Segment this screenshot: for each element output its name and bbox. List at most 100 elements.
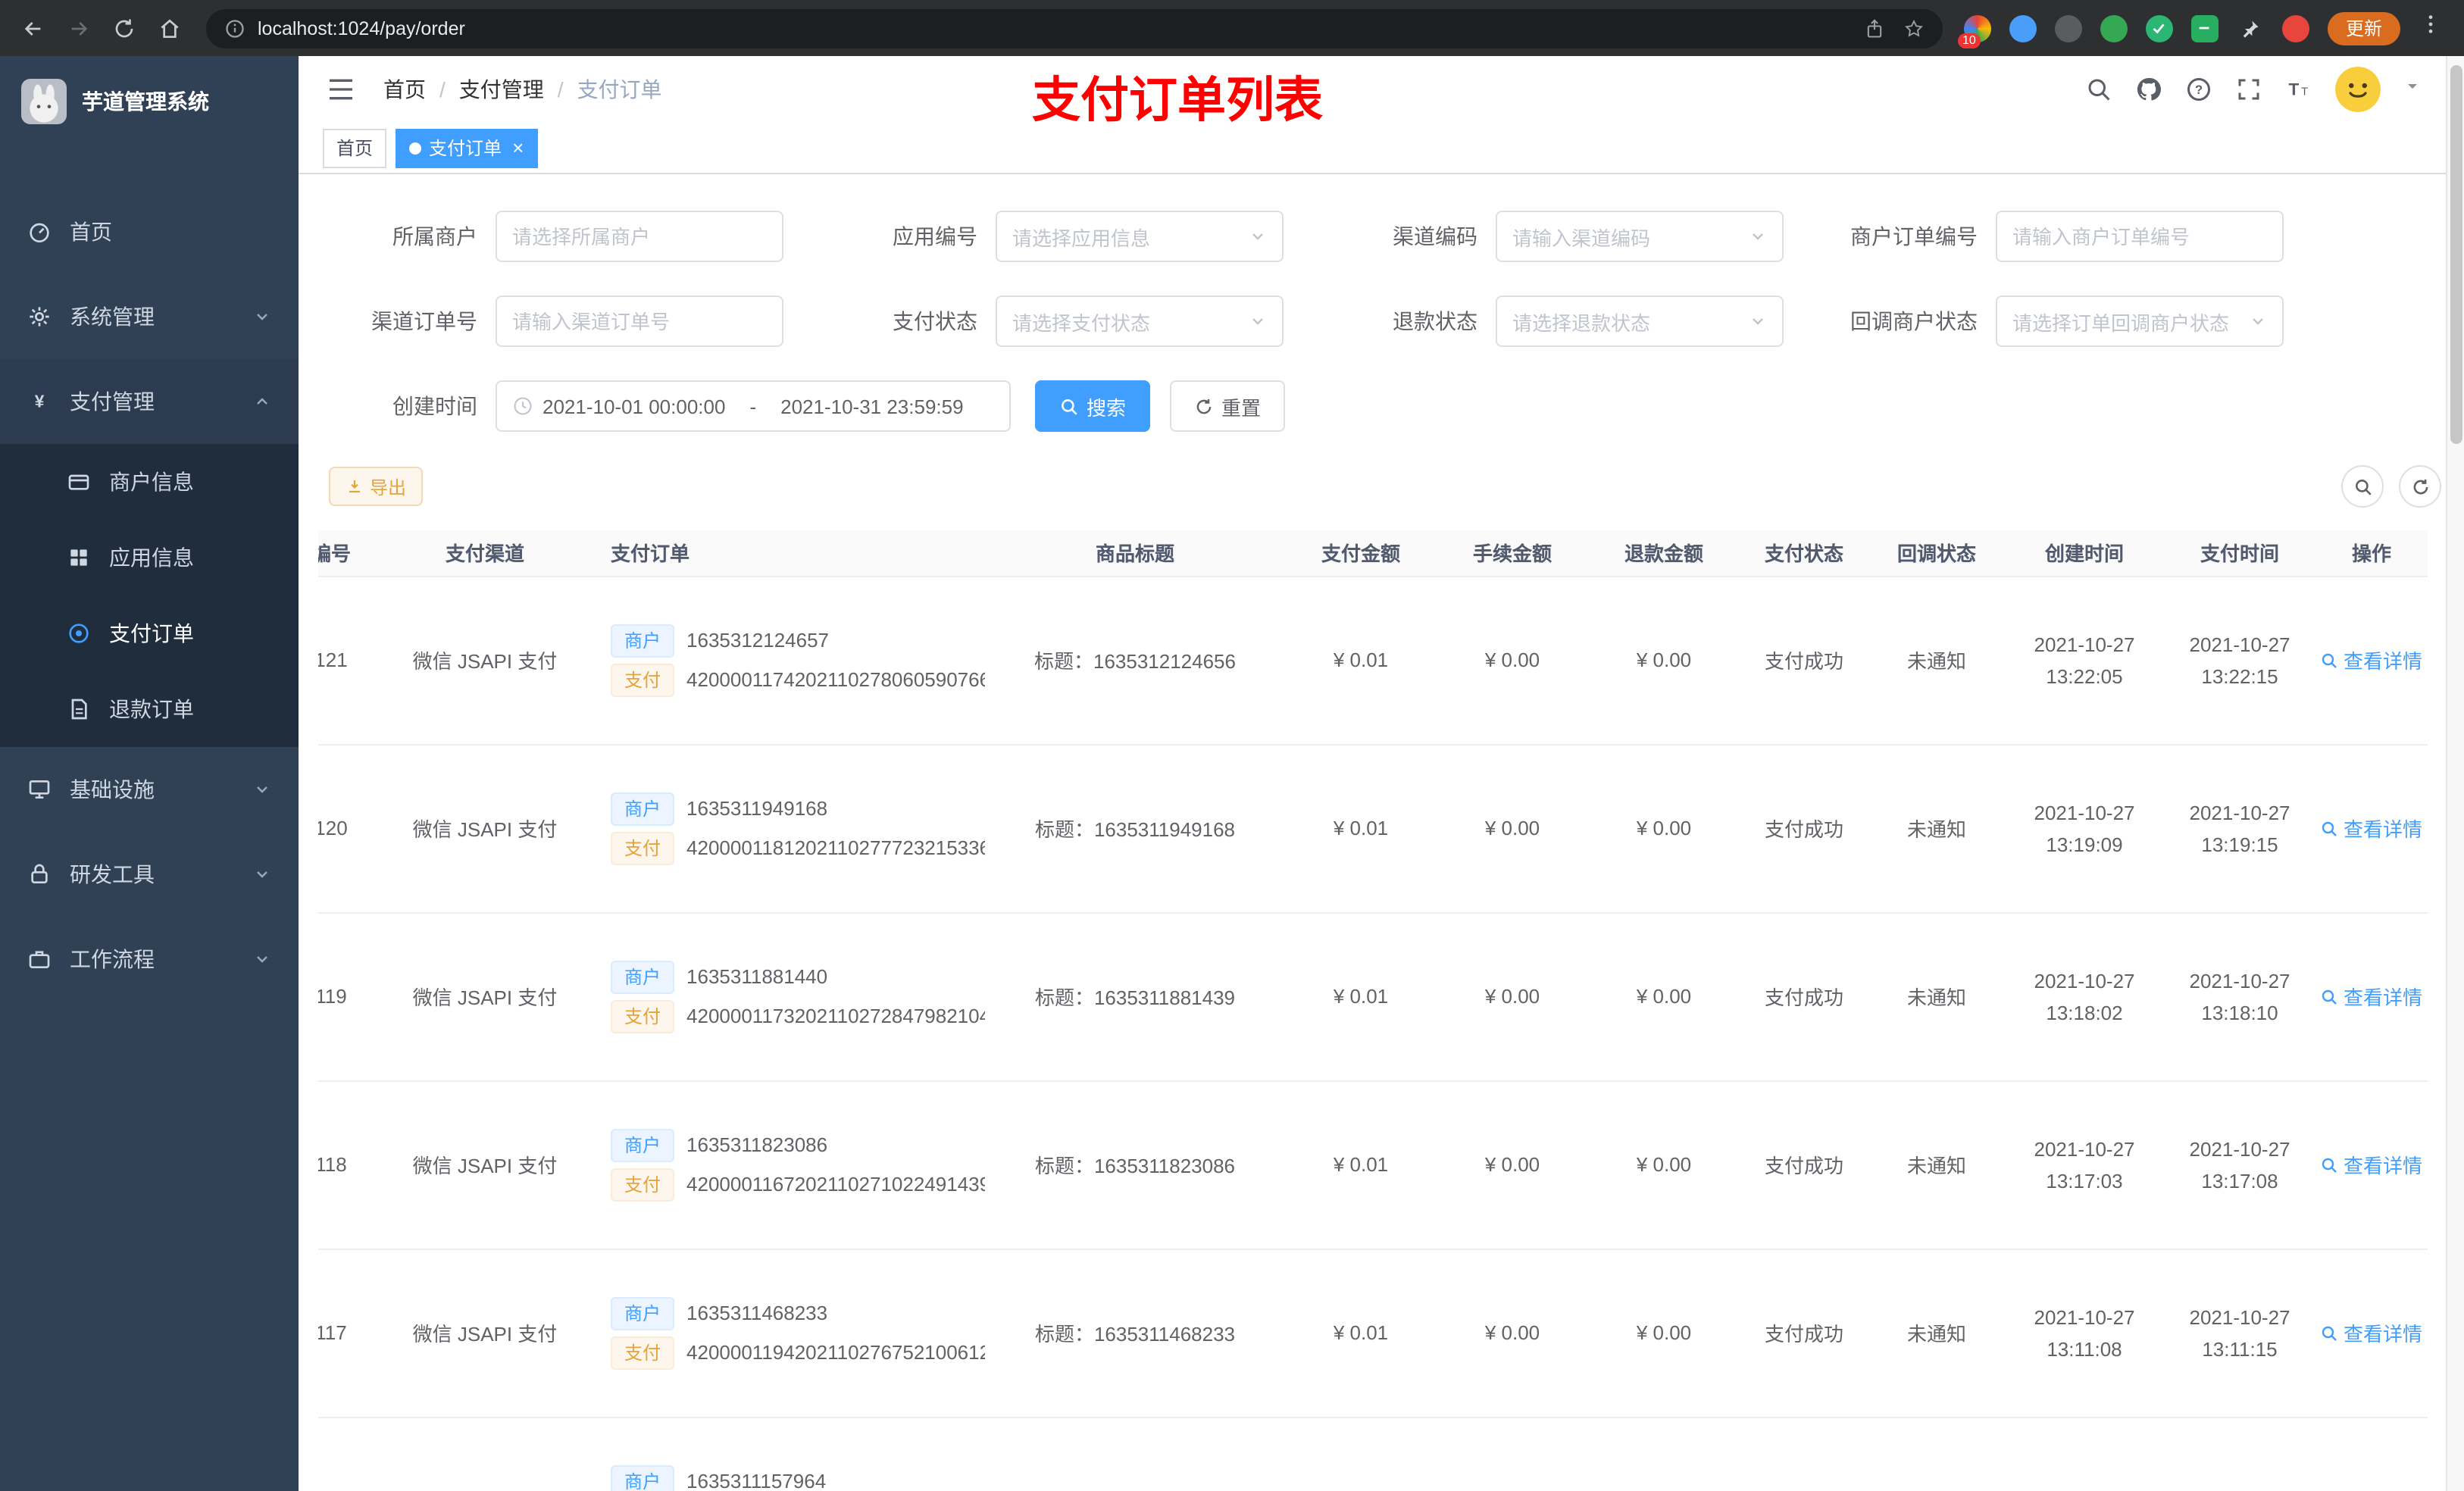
table-body: 121 微信 JSAPI 支付 商户 1635312124657 支付 4200…	[318, 576, 2428, 1491]
app-id-select[interactable]: 请选择应用信息	[996, 211, 1284, 262]
update-button[interactable]: 更新	[2327, 11, 2400, 45]
sidebar-item-merchant-info[interactable]: 商户信息	[0, 444, 299, 520]
sidebar-item-infra[interactable]: 基础设施	[0, 747, 299, 832]
page-scrollbar[interactable]	[2446, 56, 2464, 1491]
user-avatar[interactable]	[2335, 67, 2381, 112]
sidebar-item-payment[interactable]: ¥ 支付管理	[0, 359, 299, 444]
view-detail-link[interactable]: 查看详情	[2321, 1150, 2422, 1179]
cell-fee: ¥ 0.00	[1437, 1080, 1588, 1249]
app-logo[interactable]: 芋道管理系统	[0, 56, 299, 147]
cell-channel: 微信 JSAPI 支付	[371, 912, 599, 1081]
refund-status-select[interactable]: 请选择退款状态	[1496, 295, 1784, 347]
merchant-order-no: 1635311468233	[686, 1302, 828, 1324]
sidebar-item-app-info[interactable]: 应用信息	[0, 520, 299, 595]
filter-label: 退款状态	[1393, 309, 1477, 333]
bookmark-star-icon[interactable]	[1903, 17, 1925, 39]
tab-pay-order[interactable]: 支付订单 ×	[396, 128, 538, 167]
cell-id: 118	[318, 1080, 371, 1249]
extension-icon-4[interactable]	[2100, 14, 2128, 42]
notify-status-select[interactable]: 请选择订单回调商户状态	[1996, 295, 2284, 347]
cell-id: 121	[318, 576, 371, 745]
search-button[interactable]: 搜索	[1035, 380, 1151, 432]
extension-icon-6[interactable]	[2190, 14, 2219, 42]
briefcase-icon	[29, 951, 50, 968]
address-bar[interactable]: localhost:1024/pay/order	[206, 8, 1943, 48]
extension-icon-5[interactable]	[2145, 14, 2173, 42]
breadcrumb-home[interactable]: 首页	[383, 74, 426, 105]
screen: localhost:1024/pay/order 10 更新 芋道管理系统 首页…	[0, 0, 2464, 1491]
reset-button[interactable]: 重置	[1170, 380, 1286, 432]
forward-icon[interactable]	[61, 10, 97, 46]
cell-amount	[1285, 1417, 1437, 1491]
share-icon[interactable]	[1864, 17, 1885, 39]
pay-tag: 支付	[611, 1336, 675, 1369]
font-size-icon[interactable]: TT	[2285, 76, 2312, 103]
view-detail-link[interactable]: 查看详情	[2321, 645, 2422, 674]
help-icon[interactable]: ?	[2185, 76, 2212, 103]
extensions-pin-icon[interactable]	[2237, 14, 2264, 42]
cell-order: 商户 1635312124657 支付 42000011742021102780…	[599, 576, 985, 745]
pay-order-no: 4200001167202110271022491439	[686, 1173, 985, 1196]
view-detail-link[interactable]: 查看详情	[2321, 814, 2422, 842]
sidebar-item-workflow[interactable]: 工作流程	[0, 917, 299, 1002]
annotation-title: 支付订单列表	[1032, 73, 1324, 127]
chevron-up-icon	[257, 398, 267, 405]
monitor-icon	[29, 780, 50, 799]
view-detail-link[interactable]: 查看详情	[2321, 1486, 2422, 1491]
chevron-down-icon	[257, 314, 267, 320]
github-icon[interactable]	[2135, 76, 2162, 103]
browser-profile-icon[interactable]	[2281, 14, 2309, 42]
sidebar-item-refund-order[interactable]: 退款订单	[0, 671, 299, 747]
channel-order-no-input[interactable]	[496, 295, 783, 347]
extension-icon-3[interactable]	[2054, 14, 2082, 42]
view-detail-link[interactable]: 查看详情	[2321, 982, 2422, 1011]
sidebar-item-dev-tools[interactable]: 研发工具	[0, 832, 299, 917]
cell-title: 标题：1635311823086	[985, 1080, 1285, 1249]
download-icon	[349, 480, 360, 493]
cell-create-time: 2021-10-27 13:11:08	[2005, 1249, 2164, 1418]
sidebar-item-pay-order[interactable]: 支付订单	[0, 595, 299, 671]
sidebar-item-system[interactable]: 系统管理	[0, 274, 299, 359]
reload-icon[interactable]	[106, 10, 142, 46]
refresh-button[interactable]	[2399, 465, 2441, 508]
breadcrumb-section[interactable]: 支付管理	[459, 74, 544, 105]
caret-down-icon[interactable]	[2403, 76, 2422, 103]
scrollbar-thumb[interactable]	[2450, 65, 2462, 444]
pay-tag: 支付	[611, 831, 675, 864]
cell-create-time: 2021-10-27 13:19:09	[2005, 744, 2164, 913]
extension-icon-2[interactable]	[2009, 14, 2037, 42]
gear-icon	[30, 307, 49, 327]
merchant-select-input[interactable]	[496, 211, 783, 262]
extension-icon-1[interactable]: 10	[1957, 14, 1991, 48]
search-icon	[2322, 652, 2337, 667]
channel-code-select[interactable]: 请输入渠道编码	[1496, 211, 1784, 262]
date-range-input[interactable]: 2021-10-01 00:00:00 - 2021-10-31 23:59:5…	[496, 380, 1011, 432]
cell-create-time	[2005, 1417, 2164, 1491]
sidebar-item-home[interactable]: 首页	[0, 189, 299, 274]
table-header-row: 编号 支付渠道 支付订单 商品标题 支付金额 手续金额 退款金额 支付状态 回调…	[318, 530, 2428, 577]
toggle-search-button[interactable]	[2341, 465, 2384, 508]
tab-home[interactable]: 首页	[323, 128, 387, 167]
pay-status-select[interactable]: 请选择支付状态	[996, 295, 1284, 347]
cell-title: 标题：1635312124656	[985, 576, 1285, 745]
tags-view: 首页 支付订单 ×	[299, 123, 2464, 174]
search-icon[interactable]	[2085, 76, 2112, 103]
merchant-order-no-input[interactable]	[1996, 211, 2284, 262]
browser-menu-icon[interactable]	[2419, 12, 2443, 44]
view-detail-link[interactable]: 查看详情	[2321, 1318, 2422, 1347]
sidebar-menu: 首页 系统管理 ¥ 支付管理 商户信息 应用信息 支付订单 退款订单 基础设施 …	[0, 147, 299, 1002]
home-icon[interactable]	[152, 10, 188, 46]
cell-title: 标题：1635311949168	[985, 744, 1285, 913]
back-icon[interactable]	[15, 10, 52, 46]
export-button[interactable]: 导出	[329, 467, 424, 506]
close-icon[interactable]: ×	[509, 138, 524, 158]
chevron-down-icon	[1252, 233, 1263, 240]
active-dot	[409, 142, 422, 154]
cell-channel: 微信 JSAPI 支付	[371, 1080, 599, 1249]
hamburger-icon[interactable]	[326, 74, 356, 105]
chevron-down-icon	[257, 871, 267, 878]
cell-amount: ¥ 0.01	[1285, 912, 1437, 1081]
search-icon	[2322, 1157, 2337, 1172]
merchant-order-no: 1635312124657	[686, 629, 830, 652]
fullscreen-icon[interactable]	[2235, 76, 2262, 103]
